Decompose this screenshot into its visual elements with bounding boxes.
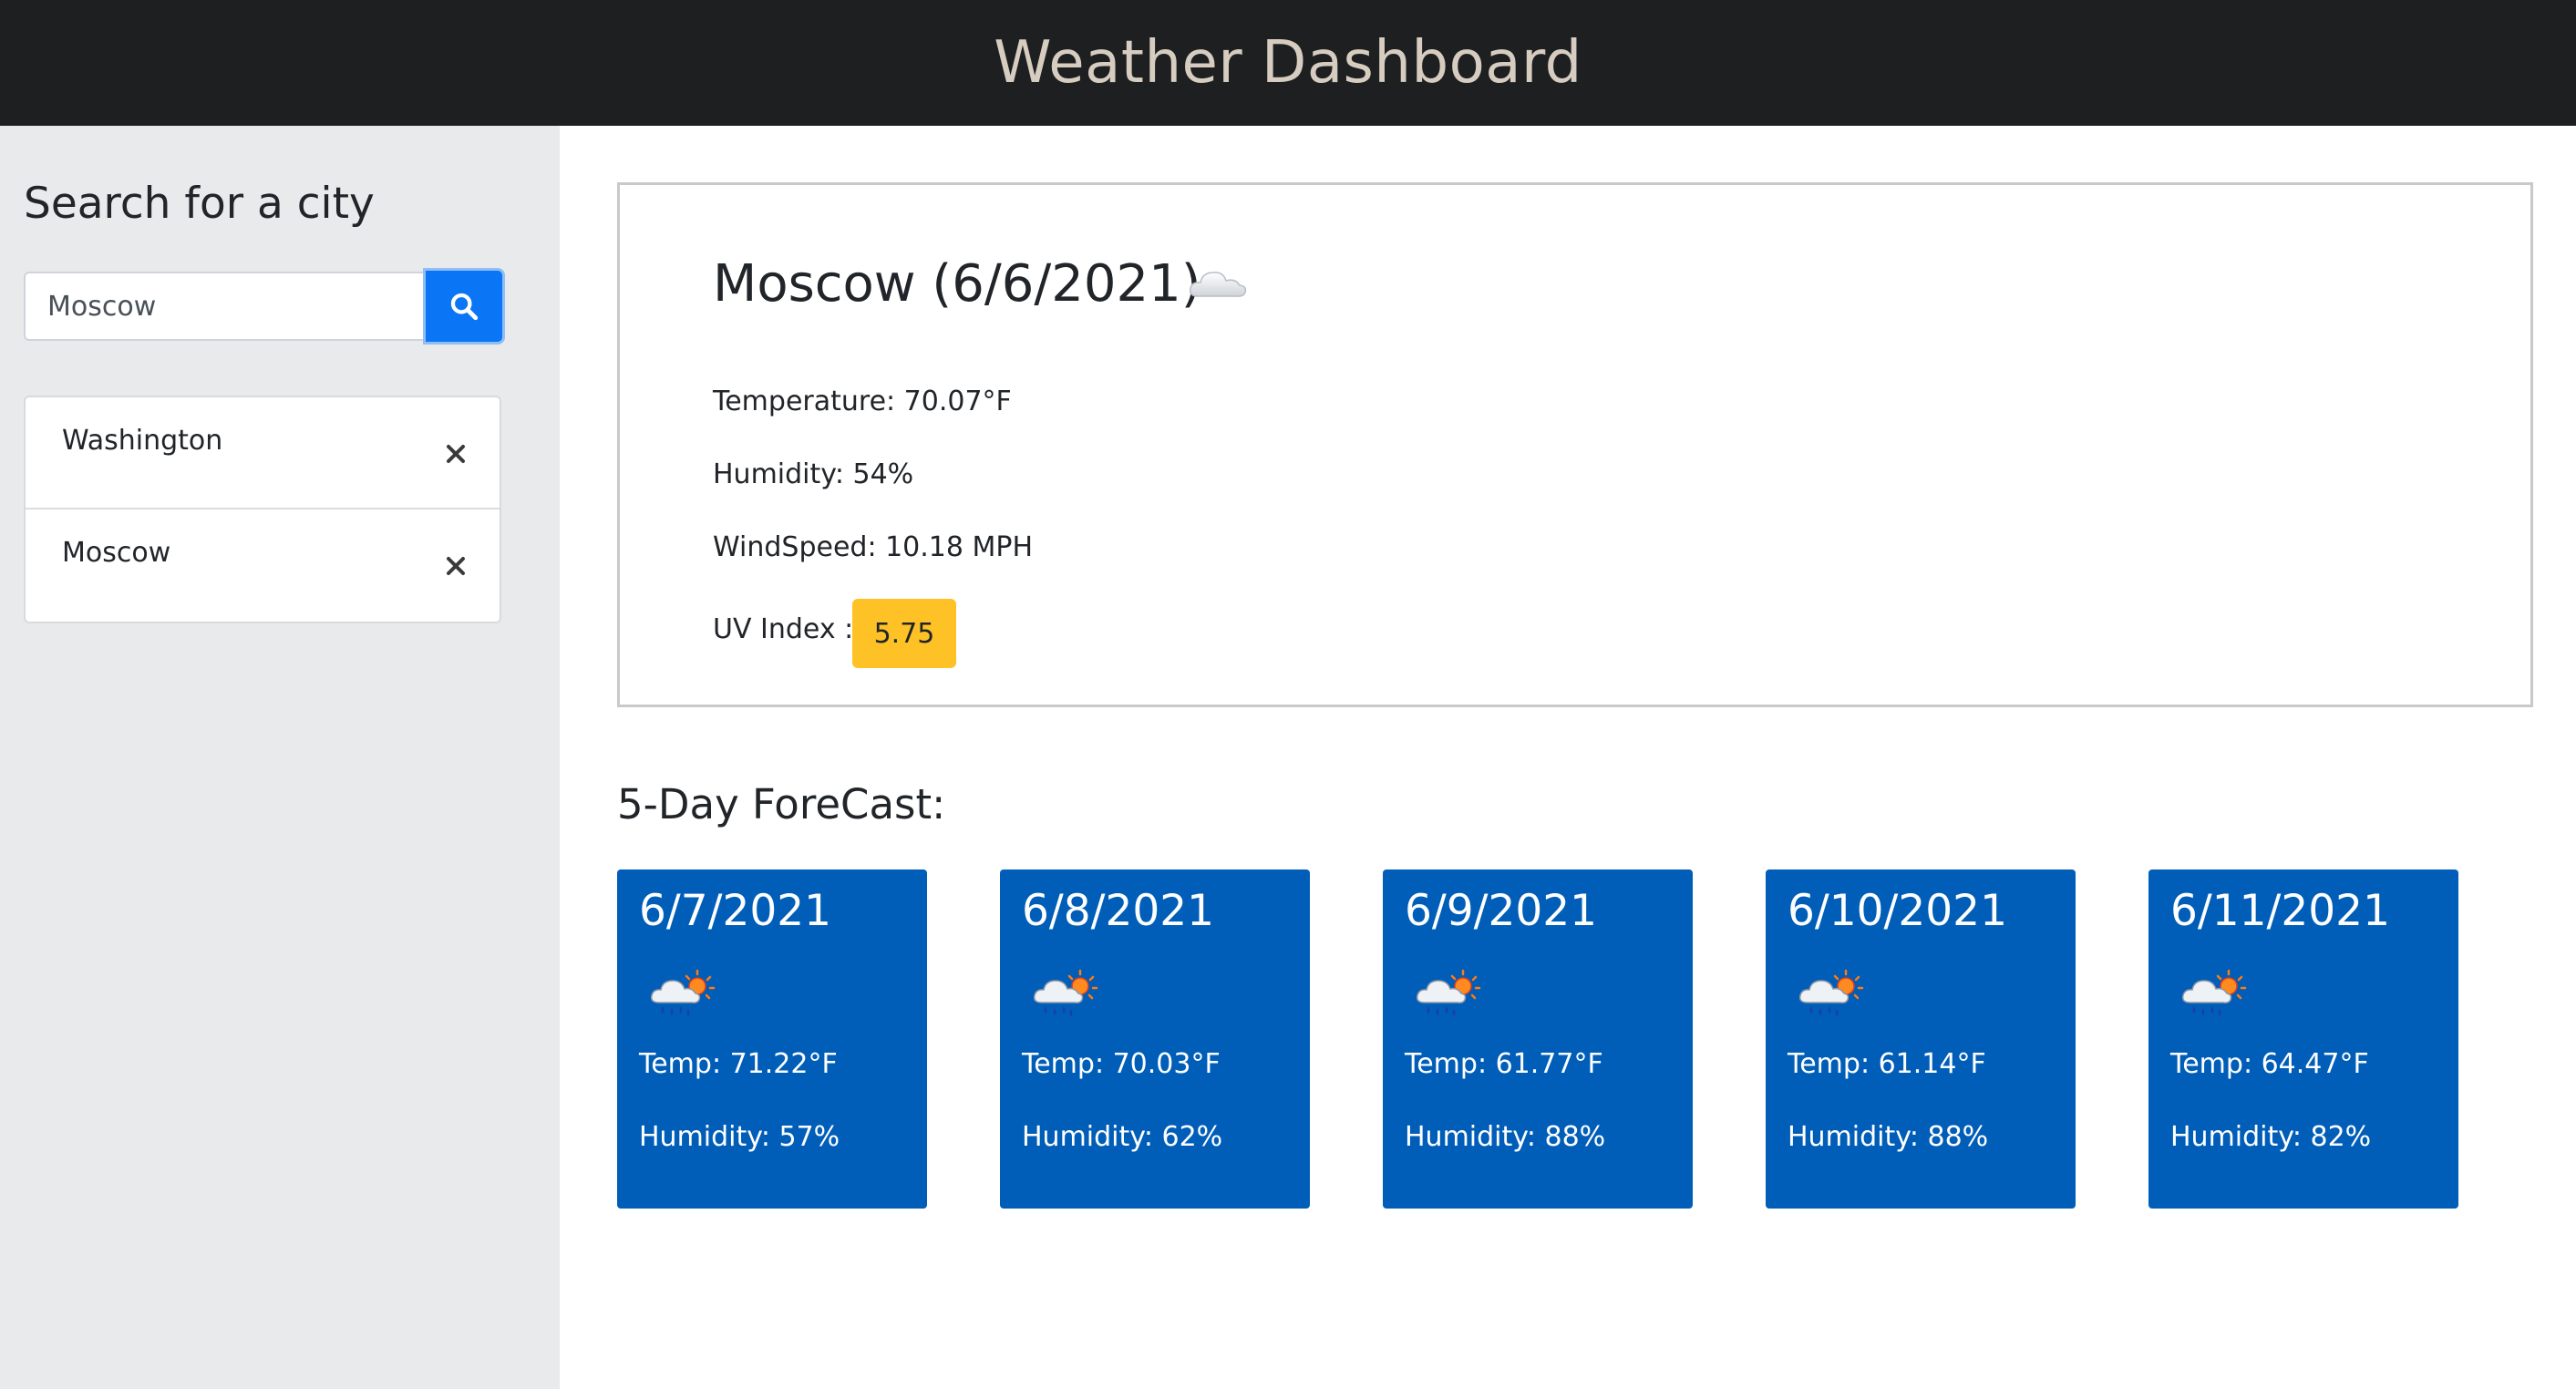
current-humidity: Humidity: 54% [713,458,914,490]
forecast-card: 6/7/2021 Temp: 71.22°F Humidity: 57% [617,869,927,1209]
uv-index-label: UV Index : [713,613,854,645]
city-search-input[interactable] [24,272,425,341]
forecast-temp: Temp: 61.14°F [1788,1048,1986,1080]
current-temperature: Temperature: 70.07°F [713,386,1012,417]
forecast-humidity: Humidity: 57% [639,1121,840,1153]
forecast-card: 6/10/2021 Temp: 61.14°F Humidity: 88% [1766,869,2076,1209]
page-title: Weather Dashboard [994,29,1582,97]
history-item-label: Moscow [62,537,171,569]
forecast-date: 6/7/2021 [639,886,832,936]
forecast-date: 6/9/2021 [1405,886,1598,936]
close-icon[interactable] [439,437,472,470]
forecast-humidity: Humidity: 82% [2170,1121,2372,1153]
rain-sun-icon [1416,969,1481,1018]
forecast-date: 6/11/2021 [2170,886,2390,936]
rain-sun-icon [1798,969,1864,1018]
forecast-card: 6/9/2021 Temp: 61.77°F Humidity: 88% [1383,869,1693,1209]
app-header: Weather Dashboard [0,0,2576,126]
search-icon [450,293,479,321]
history-item-moscow[interactable]: Moscow [26,509,500,622]
current-windspeed: WindSpeed: 10.18 MPH [713,531,1034,563]
history-item-label: Washington [62,425,223,457]
current-city-title: Moscow (6/6/2021) [713,254,1201,314]
cloud-icon [1189,272,1247,297]
forecast-humidity: Humidity: 62% [1022,1121,1223,1153]
forecast-card: 6/8/2021 Temp: 70.03°F Humidity: 62% [1000,869,1310,1209]
current-weather-card: Moscow (6/6/2021) Temperature: 70.07°F H… [617,182,2533,707]
forecast-temp: Temp: 70.03°F [1022,1048,1221,1080]
rain-sun-icon [650,969,716,1018]
search-heading: Search for a city [24,179,375,229]
search-button[interactable] [423,268,505,345]
forecast-date: 6/10/2021 [1788,886,2007,936]
forecast-date: 6/8/2021 [1022,886,1215,936]
history-item-washington[interactable]: Washington [26,397,500,509]
forecast-card: 6/11/2021 Temp: 64.47°F Humidity: 82% [2148,869,2458,1209]
forecast-temp: Temp: 64.47°F [2170,1048,2369,1080]
forecast-humidity: Humidity: 88% [1788,1121,1989,1153]
forecast-temp: Temp: 61.77°F [1405,1048,1603,1080]
rain-sun-icon [1033,969,1098,1018]
uv-index-badge: 5.75 [852,599,956,668]
forecast-heading: 5-Day ForeCast: [617,780,946,828]
sidebar: Search for a city Washington Moscow [0,126,560,1389]
rain-sun-icon [2181,969,2247,1018]
forecast-humidity: Humidity: 88% [1405,1121,1606,1153]
search-history-list: Washington Moscow [24,396,501,623]
forecast-temp: Temp: 71.22°F [639,1048,838,1080]
close-icon[interactable] [439,550,472,582]
